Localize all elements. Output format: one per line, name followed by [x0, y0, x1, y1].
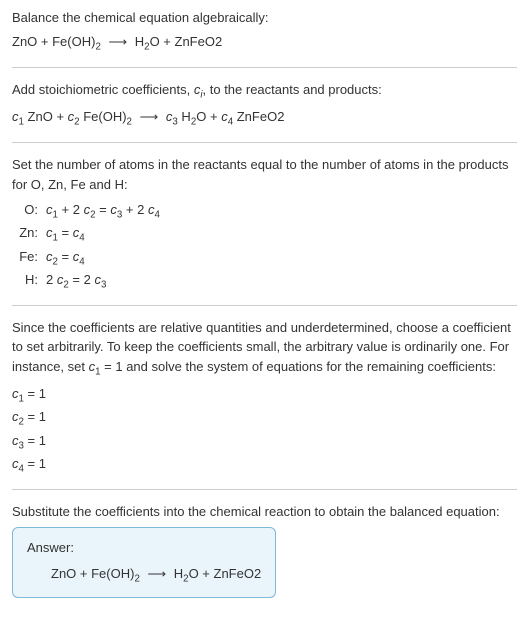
step4-section: Substitute the coefficients into the che…: [12, 502, 517, 598]
answer-box: Answer: ZnO + Fe(OH)2 ⟶ H2O + ZnFeO2: [12, 527, 276, 598]
balance-row: Fe: c2 = c4: [16, 247, 517, 270]
step4-text: Substitute the coefficients into the che…: [12, 502, 517, 522]
step1-text: Add stoichiometric coefficients, ci, to …: [12, 80, 517, 103]
atom-balance-table: O: c1 + 2 c2 = c3 + 2 c4 Zn: c1 = c4 Fe:…: [16, 200, 517, 293]
balance-eq: c2 = c4: [46, 247, 85, 270]
title-text: Balance the chemical equation algebraica…: [12, 8, 517, 28]
step3-section: Since the coefficients are relative quan…: [12, 318, 517, 477]
balance-eq: c1 + 2 c2 = c3 + 2 c4: [46, 200, 160, 223]
solution-item: c2 = 1: [12, 407, 517, 430]
answer-label: Answer:: [27, 538, 261, 558]
step2-text: Set the number of atoms in the reactants…: [12, 155, 517, 194]
answer-equation: ZnO + Fe(OH)2 ⟶ H2O + ZnFeO2: [27, 564, 261, 587]
balance-label: Fe:: [16, 247, 46, 268]
divider: [12, 67, 517, 68]
solution-item: c3 = 1: [12, 431, 517, 454]
solution-item: c4 = 1: [12, 454, 517, 477]
step2-section: Set the number of atoms in the reactants…: [12, 155, 517, 293]
step1-equation: c1 ZnO + c2 Fe(OH)2 ⟶ c3 H2O + c4 ZnFeO2: [12, 107, 517, 130]
solution-list: c1 = 1 c2 = 1 c3 = 1 c4 = 1: [12, 384, 517, 477]
divider: [12, 305, 517, 306]
divider: [12, 142, 517, 143]
balance-eq: c1 = c4: [46, 223, 85, 246]
balance-label: H:: [16, 270, 46, 291]
main-equation: ZnO + Fe(OH)2 ⟶ H2O + ZnFeO2: [12, 32, 517, 55]
balance-label: Zn:: [16, 223, 46, 244]
divider: [12, 489, 517, 490]
title-section: Balance the chemical equation algebraica…: [12, 8, 517, 55]
step1-section: Add stoichiometric coefficients, ci, to …: [12, 80, 517, 130]
solution-item: c1 = 1: [12, 384, 517, 407]
balance-row: Zn: c1 = c4: [16, 223, 517, 246]
balance-row: O: c1 + 2 c2 = c3 + 2 c4: [16, 200, 517, 223]
balance-row: H: 2 c2 = 2 c3: [16, 270, 517, 293]
balance-label: O:: [16, 200, 46, 221]
step3-text: Since the coefficients are relative quan…: [12, 318, 517, 380]
balance-eq: 2 c2 = 2 c3: [46, 270, 106, 293]
